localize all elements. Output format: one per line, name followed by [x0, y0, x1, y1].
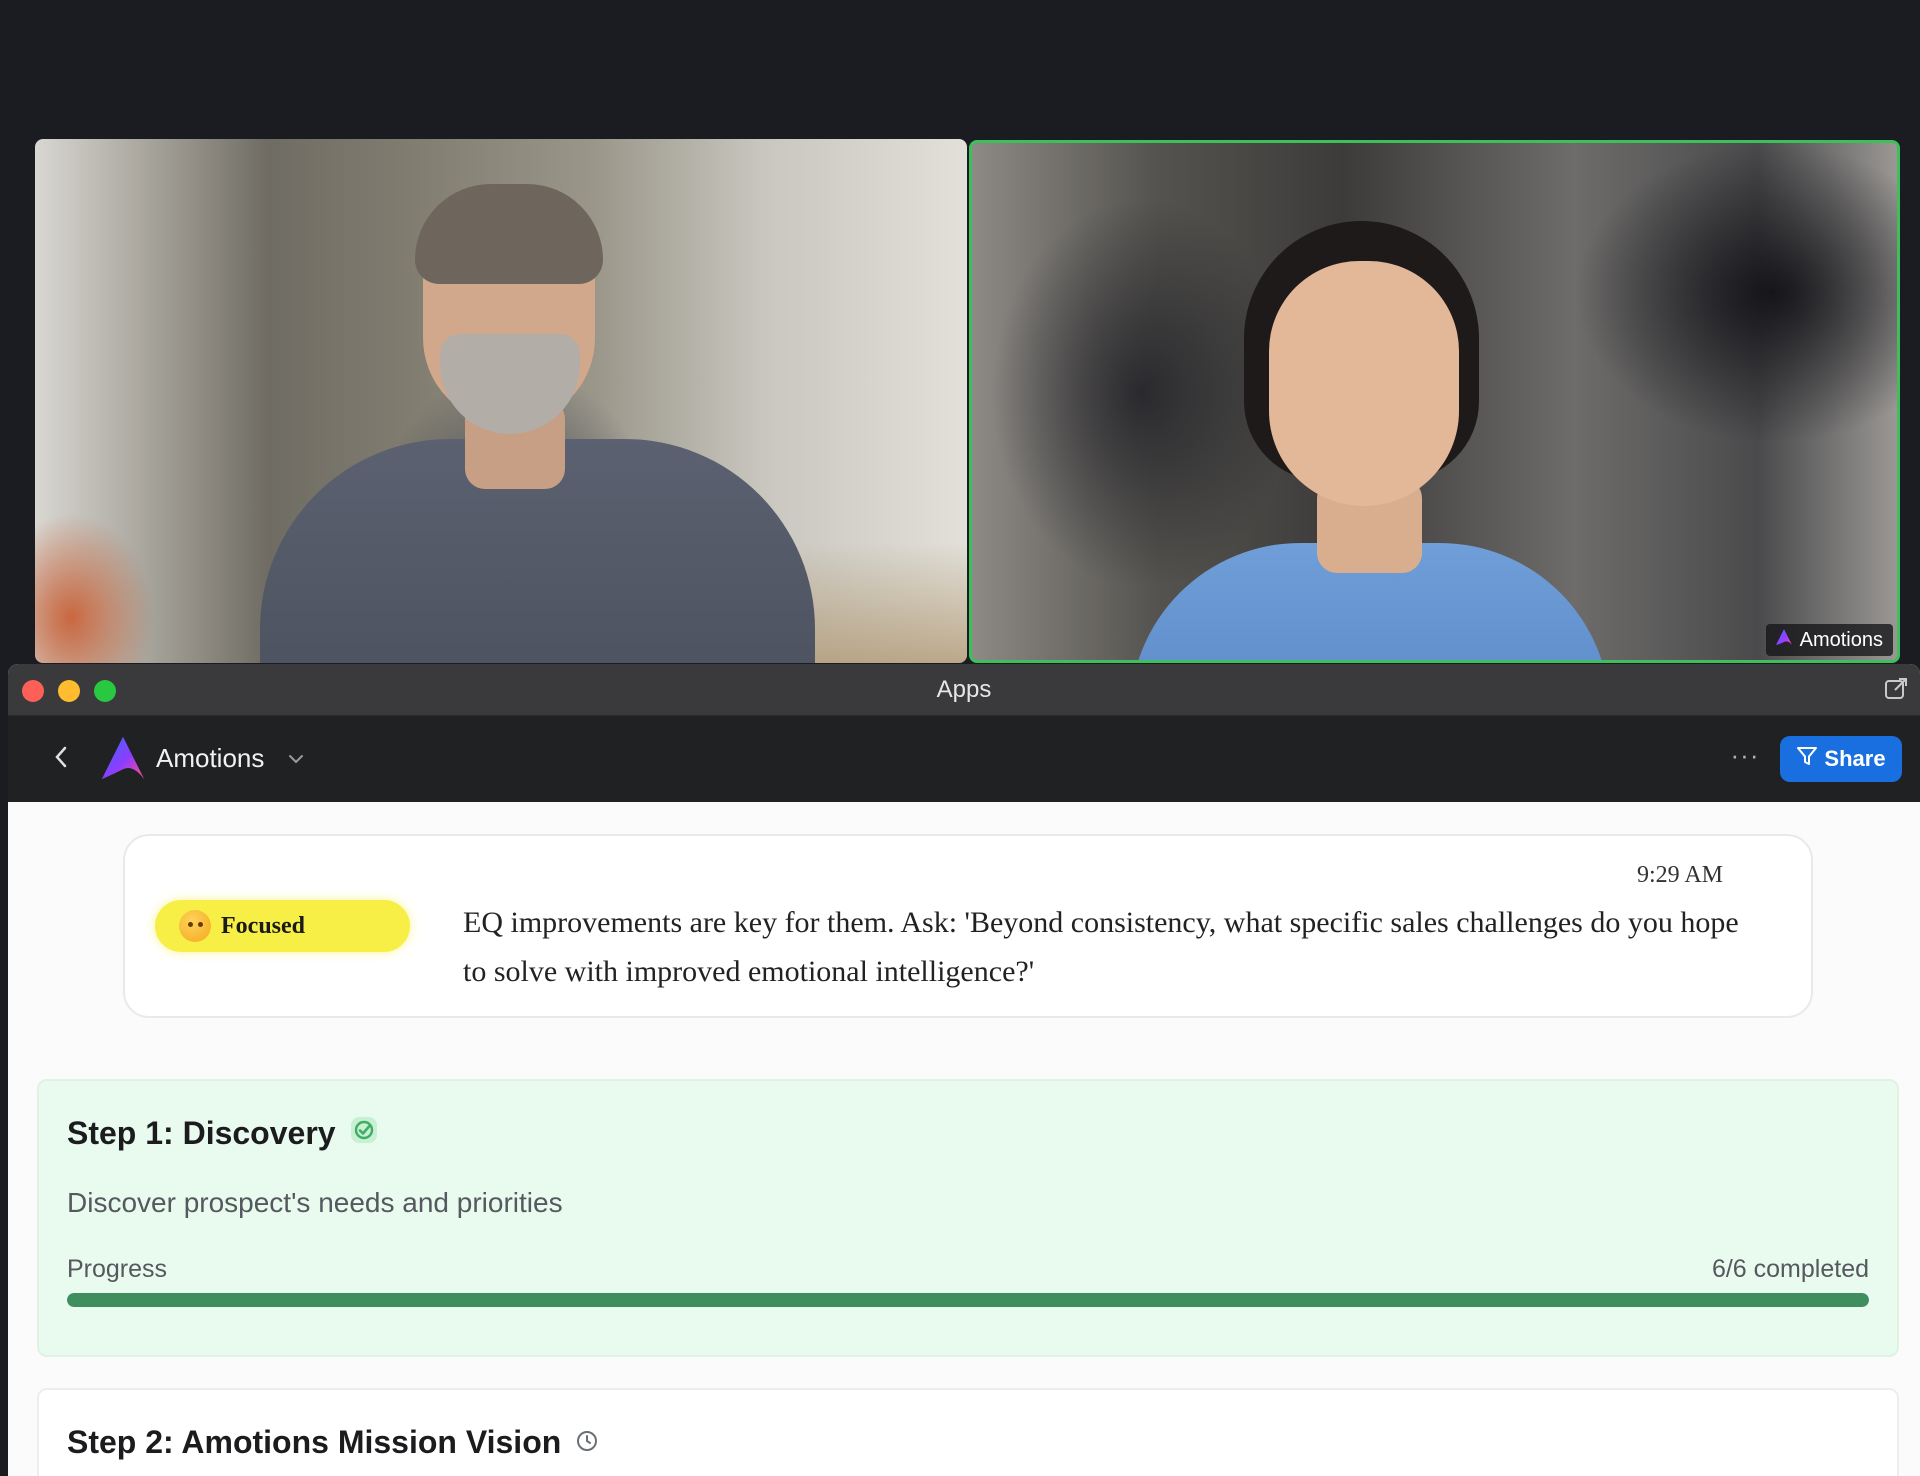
app-name-label[interactable]: Amotions — [156, 743, 264, 774]
app-toolbar: Amotions ··· Share — [8, 716, 1920, 802]
participant-video-right-active-speaker[interactable]: Amotions — [969, 140, 1900, 663]
insight-message: EQ improvements are key for them. Ask: '… — [463, 906, 1739, 988]
step-title-row: Step 1: Discovery — [67, 1115, 378, 1152]
window-controls — [22, 680, 116, 702]
step-title: Step 2: Amotions Mission Vision — [67, 1424, 562, 1460]
amotions-logo-icon — [98, 733, 148, 783]
zoom-window-button[interactable] — [94, 680, 116, 702]
insight-timestamp: 9:29 AM — [1636, 862, 1723, 888]
popout-button[interactable] — [1882, 677, 1910, 705]
chevron-left-icon — [52, 745, 70, 774]
share-button-label: Share — [1824, 746, 1886, 771]
mood-label: Focused — [221, 912, 305, 939]
meeting-view: Amotions — [0, 0, 1920, 665]
step-description: Discover prospect's needs and priorities — [67, 1187, 563, 1218]
apps-window: Apps Amotions ··· Share 9:29 AM Focused … — [8, 664, 1920, 1476]
app-switcher-dropdown[interactable] — [286, 749, 306, 769]
step-card-mission-vision[interactable]: Step 2: Amotions Mission Vision — [37, 1388, 1899, 1476]
back-button[interactable] — [46, 744, 76, 774]
participant-name-tag: Amotions — [1765, 624, 1893, 656]
chevron-down-icon — [286, 755, 306, 773]
clock-icon — [575, 1424, 599, 1461]
participant-name: Amotions — [1799, 628, 1883, 651]
progress-count: 6/6 completed — [1711, 1255, 1869, 1283]
insight-card: 9:29 AM Focused EQ improvements are key … — [123, 834, 1813, 1018]
progress-label: Progress — [67, 1255, 168, 1283]
progress-bar — [67, 1293, 1869, 1307]
more-options-button[interactable]: ··· — [1728, 742, 1762, 776]
progress-bar-fill — [67, 1293, 1869, 1307]
close-window-button[interactable] — [22, 680, 44, 702]
thinking-face-icon — [179, 910, 211, 942]
step-title-row: Step 2: Amotions Mission Vision — [67, 1424, 599, 1461]
check-circle-icon — [350, 1115, 378, 1152]
popout-icon — [1883, 676, 1909, 707]
participant-video-left[interactable] — [35, 139, 967, 663]
video-background — [35, 513, 155, 663]
window-title: Apps — [936, 675, 992, 703]
filter-icon — [1796, 745, 1818, 773]
step-title: Step 1: Discovery — [67, 1115, 336, 1151]
mood-badge: Focused — [155, 900, 410, 952]
step-card-discovery[interactable]: Step 1: Discovery Discover prospect's ne… — [37, 1079, 1899, 1357]
amotions-logo-icon — [1774, 627, 1794, 653]
app-content: 9:29 AM Focused EQ improvements are key … — [8, 802, 1920, 1476]
share-button[interactable]: Share — [1780, 736, 1902, 782]
minimize-window-button[interactable] — [58, 680, 80, 702]
window-titlebar: Apps — [8, 664, 1920, 716]
